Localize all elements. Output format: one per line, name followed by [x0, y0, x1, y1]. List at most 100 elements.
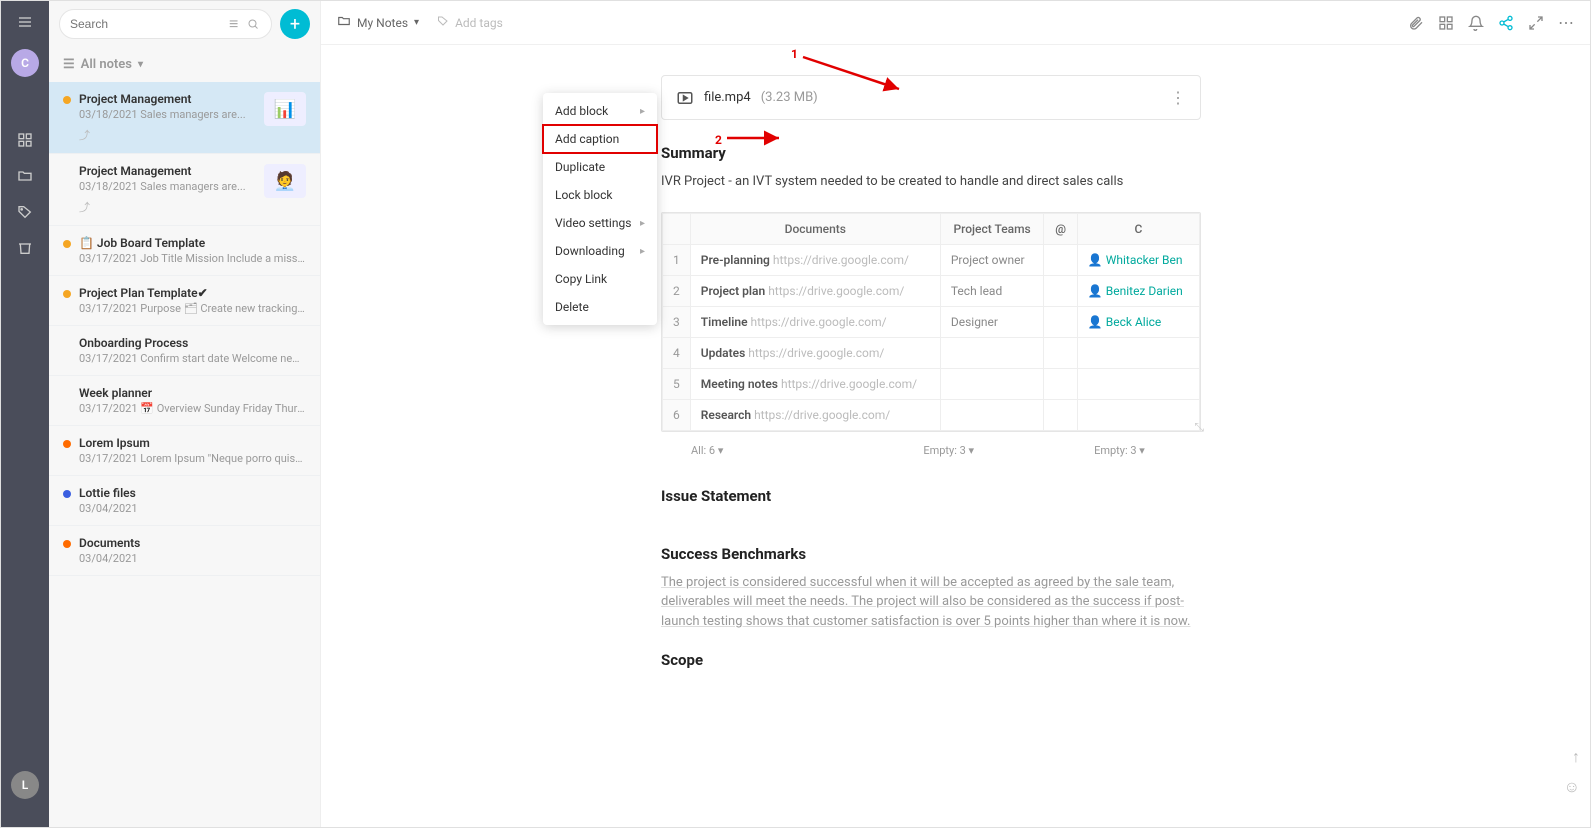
table-footer: All: 6 ▾ Empty: 3 ▾ Empty: 3 ▾: [401, 438, 1510, 467]
at-cell: [1044, 399, 1077, 430]
summary-text: IVR Project - an IVT system needed to be…: [661, 172, 1201, 192]
at-cell: [1044, 244, 1077, 275]
tag-icon[interactable]: [16, 203, 34, 221]
menu-item-add-block[interactable]: Add block ▸: [543, 97, 657, 125]
add-note-button[interactable]: +: [280, 9, 310, 39]
table-header[interactable]: Documents: [690, 213, 940, 244]
expand-icon[interactable]: [1528, 15, 1544, 31]
note-title: Lottie files: [79, 486, 306, 500]
note-title: Project Management: [79, 92, 256, 106]
grid-icon[interactable]: [1438, 15, 1454, 31]
table-footer-all[interactable]: All: 6 ▾: [691, 444, 723, 457]
table-header[interactable]: C: [1077, 213, 1199, 244]
note-item[interactable]: Project Management03/18/2021 Sales manag…: [49, 154, 320, 226]
feedback-icon[interactable]: ☺: [1564, 777, 1580, 797]
chevron-down-icon: ▾: [414, 17, 419, 28]
search-icon[interactable]: [247, 15, 261, 34]
search-input[interactable]: [70, 17, 229, 31]
team-cell: [940, 337, 1044, 368]
menu-icon[interactable]: [16, 13, 34, 31]
note-item[interactable]: Lottie files 03/04/2021: [49, 476, 320, 526]
menu-item-copy-link[interactable]: Copy Link: [543, 265, 657, 293]
table-footer-empty-1[interactable]: Empty: 3 ▾: [923, 444, 974, 457]
table-row[interactable]: 3Timeline https://drive.google.com/Desig…: [663, 306, 1200, 337]
note-title: 📋 Job Board Template: [79, 236, 306, 250]
topbar: My Notes ▾ Add tags ⋯: [321, 1, 1590, 45]
filter-icon[interactable]: ≡: [229, 14, 243, 34]
note-thumbnail: 🧑‍💼: [264, 164, 306, 198]
at-cell: [1044, 337, 1077, 368]
note-title: Documents: [79, 536, 306, 550]
row-number: 2: [663, 275, 691, 306]
menu-item-downloading[interactable]: Downloading▸: [543, 237, 657, 265]
note-item[interactable]: Onboarding Process03/17/2021 Confirm sta…: [49, 326, 320, 376]
note-meta: 03/04/2021: [79, 502, 306, 515]
share-icon[interactable]: [1498, 15, 1514, 31]
chevron-right-icon: ▸: [640, 106, 645, 117]
menu-item-label: Duplicate: [555, 160, 605, 174]
avatar[interactable]: C: [11, 49, 39, 77]
table-row[interactable]: 1Pre-planning https://drive.google.com/P…: [663, 244, 1200, 275]
attachment-icon[interactable]: [1408, 15, 1424, 31]
trash-icon[interactable]: [16, 239, 34, 257]
note-item[interactable]: Project Plan Template✔03/17/2021 Purpose…: [49, 276, 320, 326]
menu-item-lock-block[interactable]: Lock block: [543, 181, 657, 209]
folder-icon: [337, 14, 351, 31]
note-item[interactable]: Documents 03/04/2021: [49, 526, 320, 576]
share-icon: ⤴: [79, 127, 256, 143]
add-tags-button[interactable]: Add tags: [437, 15, 503, 30]
file-size: (3.23 MB): [761, 90, 818, 105]
team-cell: Project owner: [940, 244, 1044, 275]
share-icon: ⤴: [79, 199, 256, 215]
note-item[interactable]: Project Management03/18/2021 Sales manag…: [49, 82, 320, 154]
at-cell: [1044, 306, 1077, 337]
table-row[interactable]: 6Research https://drive.google.com/: [663, 399, 1200, 430]
note-thumbnail: 📊: [264, 92, 306, 126]
scroll-to-top-icon[interactable]: ↑: [1572, 747, 1580, 767]
row-number: 3: [663, 306, 691, 337]
menu-item-label: Add block: [555, 104, 608, 118]
note-title: Project Management: [79, 164, 256, 178]
breadcrumb[interactable]: My Notes ▾: [337, 14, 419, 31]
table-row[interactable]: 4Updates https://drive.google.com/: [663, 337, 1200, 368]
avatar-secondary[interactable]: L: [11, 771, 39, 799]
file-more-icon[interactable]: ⋮: [1170, 88, 1186, 107]
notes-header[interactable]: ☰ All notes ▾: [49, 47, 320, 82]
menu-item-delete[interactable]: Delete: [543, 293, 657, 321]
table-row[interactable]: 2Project plan https://drive.google.com/T…: [663, 275, 1200, 306]
note-item[interactable]: 📋 Job Board Template 03/17/2021 Job Title…: [49, 226, 320, 276]
success-heading: Success Benchmarks: [661, 545, 1510, 563]
bell-icon[interactable]: [1468, 15, 1484, 31]
doc-cell: Project plan https://drive.google.com/: [690, 275, 940, 306]
note-dot: [63, 340, 71, 348]
more-icon[interactable]: ⋯: [1558, 15, 1574, 31]
table-row[interactable]: 5Meeting notes https://drive.google.com/: [663, 368, 1200, 399]
note-meta: 03/04/2021: [79, 552, 306, 565]
row-number: 1: [663, 244, 691, 275]
note-title: Onboarding Process: [79, 336, 306, 350]
breadcrumb-label: My Notes: [357, 16, 408, 30]
menu-item-add-caption[interactable]: Add caption: [543, 125, 657, 153]
table-header[interactable]: Project Teams: [940, 213, 1044, 244]
note-meta: 03/17/2021 Purpose 🗂 Create new tracking…: [79, 302, 306, 315]
note-dot: [63, 240, 71, 248]
file-name: file.mp4: [704, 90, 751, 105]
search-box: ≡: [59, 9, 272, 39]
home-icon[interactable]: [16, 131, 34, 149]
menu-item-video-settings[interactable]: Video settings▸: [543, 209, 657, 237]
file-block[interactable]: file.mp4 (3.23 MB) ⋮: [661, 75, 1201, 120]
folder-icon[interactable]: [16, 167, 34, 185]
team-cell: [940, 368, 1044, 399]
nav-rail: C L: [1, 1, 49, 827]
note-dot: [63, 390, 71, 398]
table-footer-empty-2[interactable]: Empty: 3 ▾: [1094, 444, 1145, 457]
table-header[interactable]: @: [1044, 213, 1077, 244]
table-resize-handle[interactable]: ⤡: [1194, 420, 1204, 435]
note-item[interactable]: Lorem Ipsum03/17/2021 Lorem Ipsum "Neque…: [49, 426, 320, 476]
top-actions: ⋯: [1408, 15, 1574, 31]
at-cell: [1044, 275, 1077, 306]
note-item[interactable]: Week planner03/17/2021 📅 Overview Sunday…: [49, 376, 320, 426]
note-meta: 03/17/2021 Job Title Mission Include a m…: [79, 252, 306, 265]
doc-cell: Pre-planning https://drive.google.com/: [690, 244, 940, 275]
menu-item-duplicate[interactable]: Duplicate: [543, 153, 657, 181]
